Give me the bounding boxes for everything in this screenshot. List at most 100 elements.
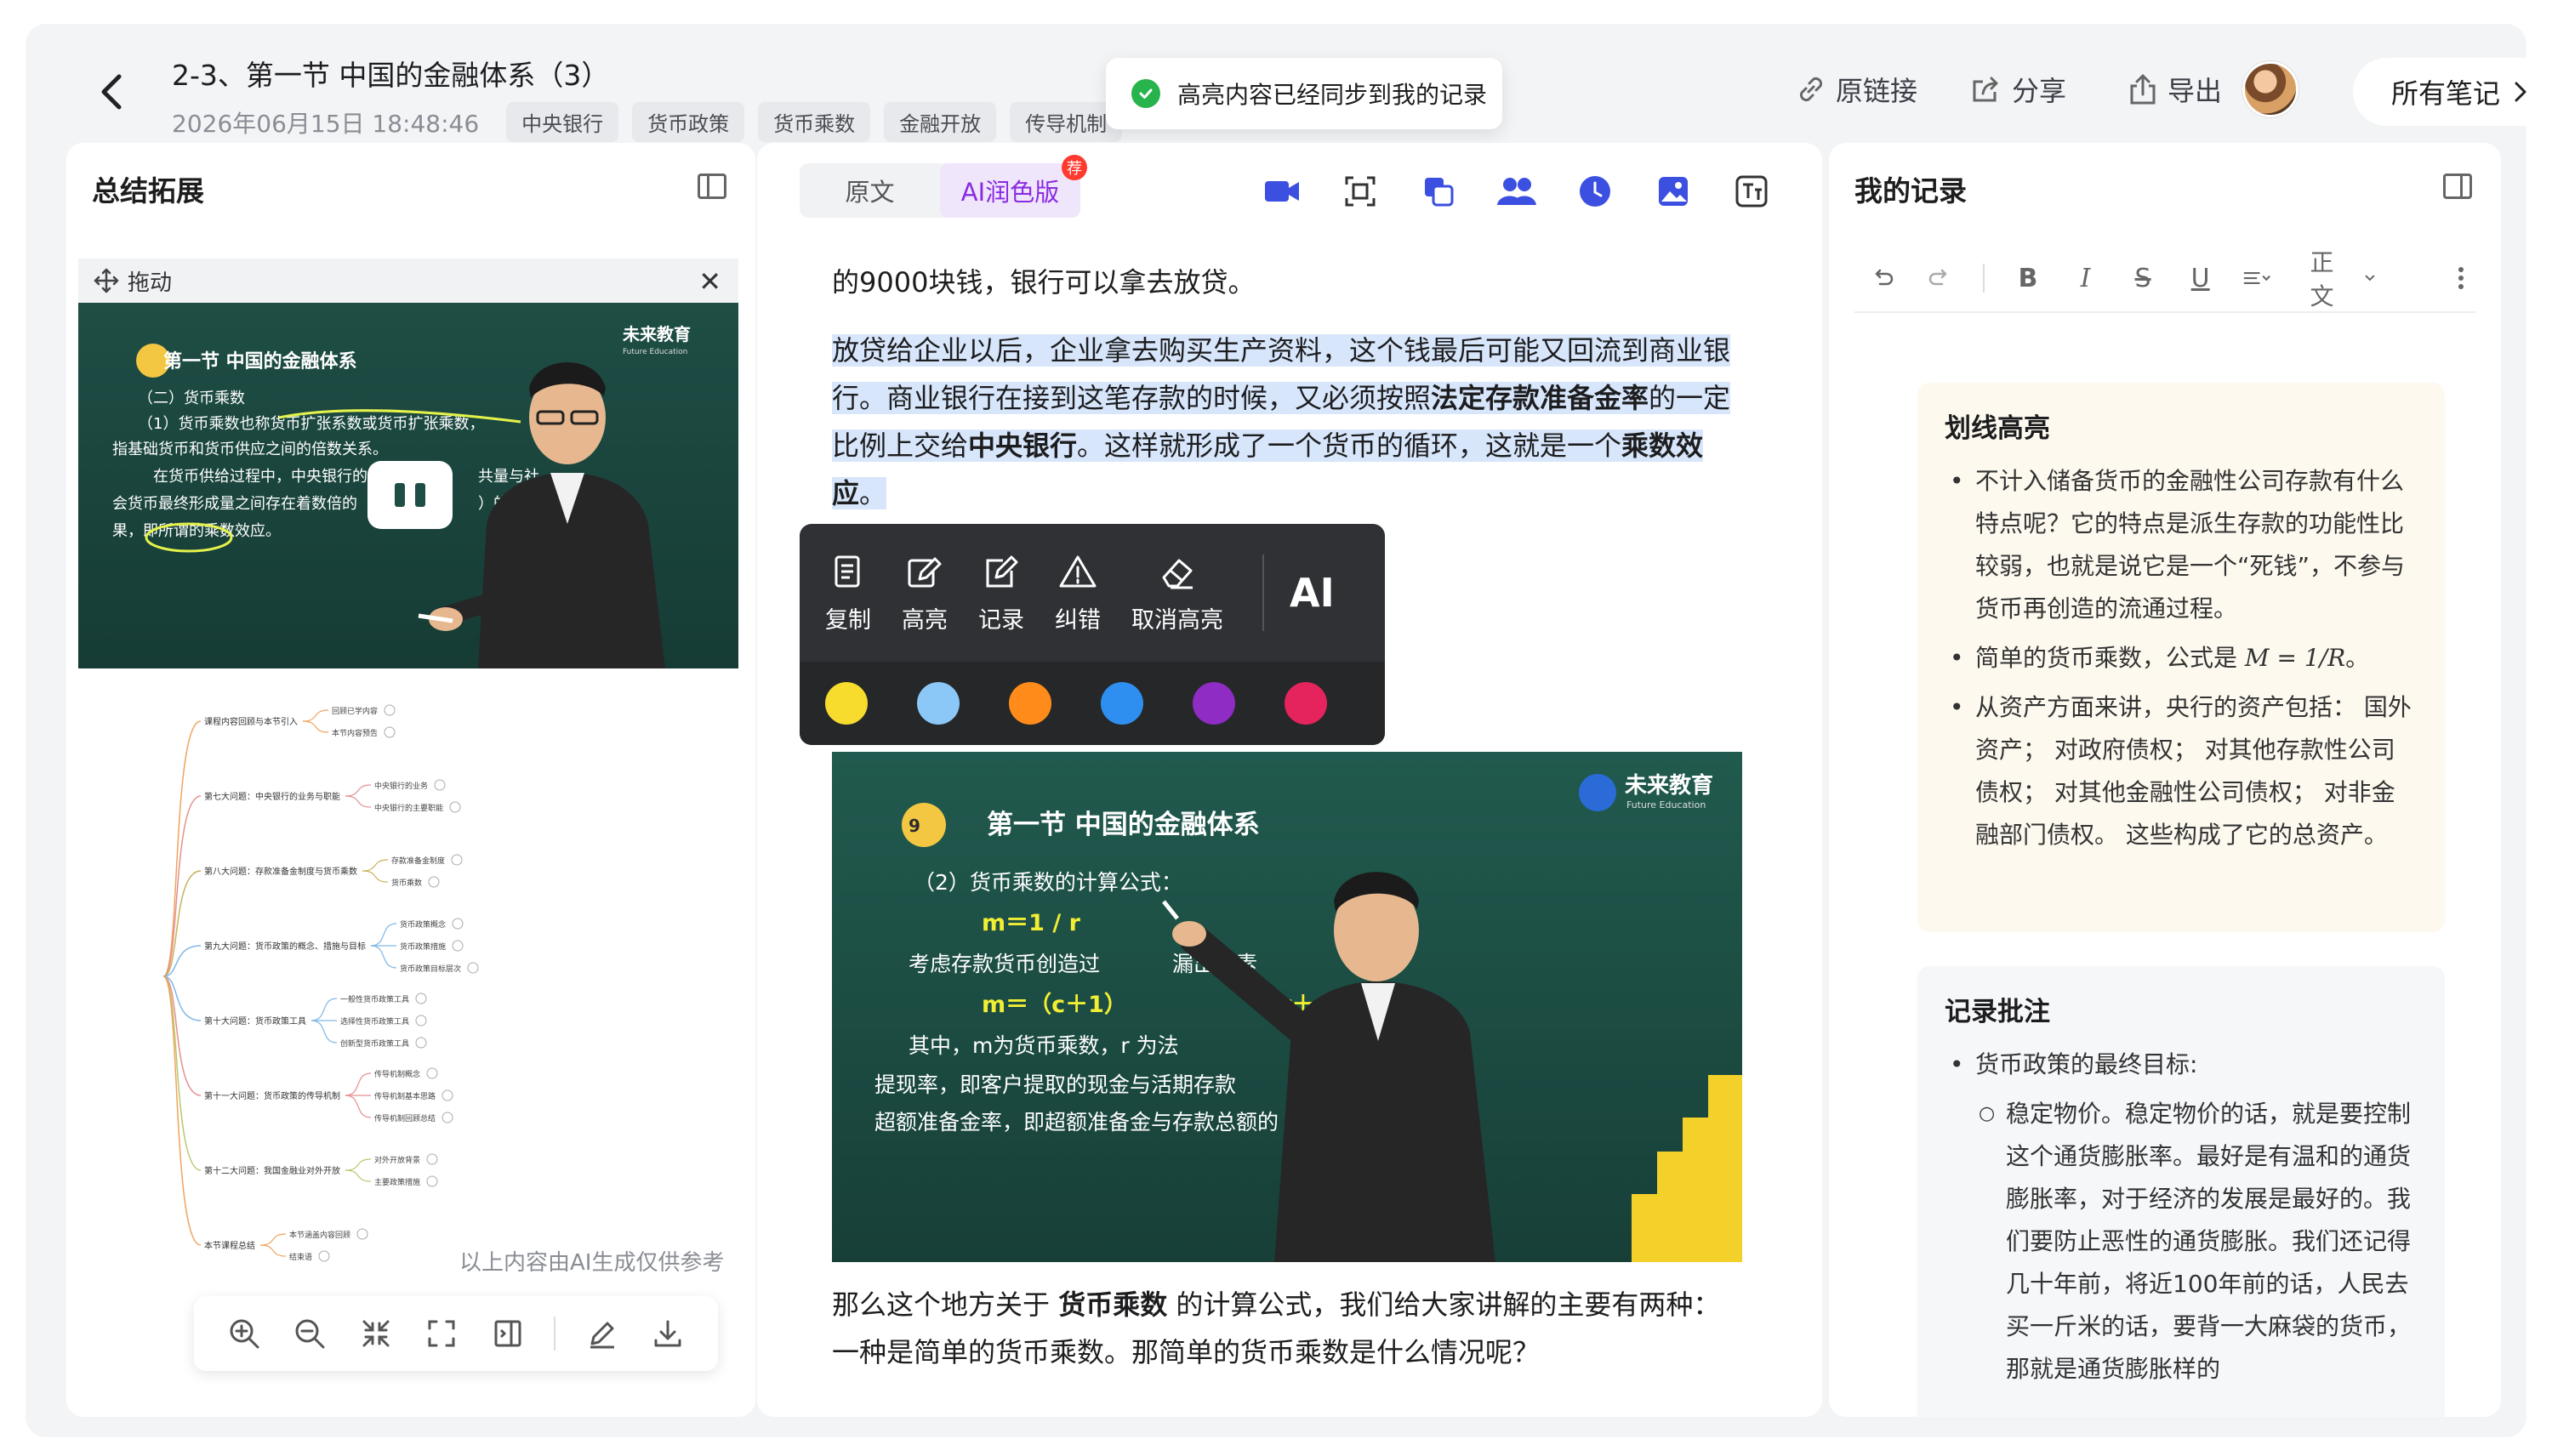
highlight-button[interactable]: 高亮: [902, 552, 948, 634]
mindmap-leaf[interactable]: 货币政策措施: [400, 941, 446, 952]
underline-icon[interactable]: U: [2186, 264, 2215, 293]
strikethrough-icon[interactable]: S: [2128, 264, 2157, 293]
mindmap-expand-icon[interactable]: [441, 1112, 453, 1123]
mindmap-leaf[interactable]: 选择性货币政策工具: [340, 1016, 409, 1027]
mindmap-expand-icon[interactable]: [449, 801, 461, 813]
tab-ai-polished[interactable]: AI润色版: [940, 163, 1080, 218]
mindmap-expand-icon[interactable]: [384, 704, 396, 716]
highlight-color-swatch[interactable]: [917, 682, 960, 725]
ai-button[interactable]: AI: [1290, 570, 1335, 616]
annotation-item[interactable]: 货币政策的最终目标:: [1945, 1044, 2418, 1086]
copy-button[interactable]: 复制: [825, 552, 871, 634]
mindmap-expand-icon[interactable]: [426, 1067, 438, 1079]
mindmap-leaf[interactable]: 存款准备金制度: [391, 856, 445, 866]
mindmap-node[interactable]: 第九大问题：货币政策的概念、措施与目标: [204, 941, 366, 952]
more-icon[interactable]: [2447, 264, 2475, 293]
mindmap-node[interactable]: 第八大问题：存款准备金制度与货币乘数: [204, 866, 357, 877]
mindmap-leaf[interactable]: 一般性货币政策工具: [340, 994, 409, 1004]
mindmap-expand-icon[interactable]: [426, 1175, 438, 1187]
correct-button[interactable]: 纠错: [1055, 552, 1101, 634]
mindmap-leaf[interactable]: 传导机制基本思路: [374, 1091, 436, 1101]
avatar[interactable]: [2242, 61, 2299, 117]
source-link-button[interactable]: 原链接: [1795, 70, 1917, 109]
mindmap-leaf[interactable]: 中央银行的主要职能: [374, 803, 443, 813]
annotation-subitem[interactable]: 稳定物价。稳定物价的话，就是要控制这个通货膨胀率。最好是有温和的通货膨胀率，对于…: [1945, 1093, 2418, 1391]
mindmap-node[interactable]: 第七大问题：中央银行的业务与职能: [204, 791, 340, 802]
mindmap-leaf[interactable]: 货币政策目标层次: [400, 964, 461, 974]
mindmap-expand-icon[interactable]: [451, 854, 463, 866]
text-style-dropdown[interactable]: 正文: [2310, 244, 2375, 312]
mindmap-expand-icon[interactable]: [415, 1037, 427, 1049]
mindmap-expand-icon[interactable]: [441, 1089, 453, 1101]
transcript-paragraph[interactable]: 的9000块钱，银行可以拿去放贷。: [832, 259, 1742, 306]
mindmap-expand-icon[interactable]: [415, 992, 427, 1004]
edit-icon[interactable]: [583, 1314, 622, 1353]
tab-original[interactable]: 原文: [800, 163, 940, 218]
users-icon[interactable]: [1497, 172, 1536, 211]
video-drag-handle[interactable]: 拖动 ✕: [78, 259, 738, 303]
clock-icon[interactable]: [1575, 172, 1615, 211]
all-notes-button[interactable]: 所有笔记: [2353, 58, 2526, 126]
redo-icon[interactable]: [1926, 264, 1955, 293]
transcript-paragraph[interactable]: 那么这个地方关于 货币乘数 的计算公式，我们给大家讲解的主要有两种：一种是简单的…: [832, 1281, 1742, 1376]
highlight-item[interactable]: 从资产方面来讲，央行的资产包括： 国外资产； 对政府债权； 对其他存款性公司债权…: [1945, 686, 2418, 856]
highlight-color-swatch[interactable]: [1009, 682, 1051, 725]
highlight-color-swatch[interactable]: [1285, 682, 1327, 725]
record-button[interactable]: 记录: [978, 552, 1024, 634]
mindmap-leaf[interactable]: 中央银行的业务: [374, 781, 428, 791]
mindmap-expand-icon[interactable]: [452, 918, 464, 930]
translate-icon[interactable]: [1732, 172, 1771, 211]
highlight-item[interactable]: 不计入储备货币的金融性公司存款有什么特点呢？它的特点是派生存款的功能性比较弱，也…: [1945, 460, 2418, 630]
highlight-color-swatch[interactable]: [1101, 682, 1143, 725]
video-camera-icon[interactable]: [1262, 172, 1302, 211]
tag-item[interactable]: 货币政策: [632, 102, 745, 142]
screenshot-icon[interactable]: [1341, 172, 1380, 211]
highlight-color-swatch[interactable]: [825, 682, 868, 725]
panel-collapse-icon[interactable]: [698, 173, 726, 199]
bold-icon[interactable]: B: [2014, 264, 2042, 293]
tag-item[interactable]: 货币乘数: [758, 102, 871, 142]
highlight-color-swatch[interactable]: [1193, 682, 1235, 725]
copy-cards-icon[interactable]: [1419, 172, 1458, 211]
back-button[interactable]: [85, 58, 136, 126]
mindmap-leaf[interactable]: 货币乘数: [391, 878, 422, 888]
zoom-out-icon[interactable]: [290, 1314, 329, 1353]
mindmap-node[interactable]: 本节课程总结: [204, 1240, 255, 1251]
floating-video-player[interactable]: 第一节 中国的金融体系 未来教育 Future Education （二）货币乘…: [78, 303, 738, 668]
mindmap-expand-icon[interactable]: [434, 779, 446, 791]
mindmap-expand-icon[interactable]: [384, 726, 396, 738]
mindmap-leaf[interactable]: 回顾已学内容: [332, 706, 378, 716]
sidebar-icon[interactable]: [488, 1314, 527, 1353]
mindmap-expand-icon[interactable]: [318, 1250, 330, 1262]
mindmap-node[interactable]: 课程内容回顾与本节引入: [204, 716, 298, 727]
mindmap-expand-icon[interactable]: [467, 962, 479, 974]
mindmap-expand-icon[interactable]: [428, 876, 440, 888]
mindmap-leaf[interactable]: 本节涵盖内容回顾: [289, 1230, 350, 1240]
mindmap-expand-icon[interactable]: [452, 940, 464, 952]
mindmap-node[interactable]: 第十一大问题：货币政策的传导机制: [204, 1090, 340, 1101]
mind-map[interactable]: 课程内容回顾与本节引入回顾已学内容本节内容预告第七大问题：中央银行的业务与职能中…: [78, 687, 738, 1283]
mindmap-node[interactable]: 第十二大问题：我国金融业对外开放: [204, 1165, 340, 1176]
mindmap-node[interactable]: 第十大问题：货币政策工具: [204, 1015, 306, 1027]
mindmap-leaf[interactable]: 货币政策概念: [400, 919, 446, 930]
italic-icon[interactable]: I: [2071, 264, 2100, 293]
undo-icon[interactable]: [1868, 264, 1897, 293]
mindmap-expand-icon[interactable]: [356, 1228, 368, 1240]
lecture-video-frame[interactable]: 9 第一节 中国的金融体系 未来教育 Future Education （2）货…: [832, 752, 1742, 1262]
unhighlight-button[interactable]: 取消高亮: [1131, 552, 1223, 634]
mindmap-expand-icon[interactable]: [415, 1015, 427, 1027]
mindmap-expand-icon[interactable]: [426, 1153, 438, 1165]
mindmap-leaf[interactable]: 创新型货币政策工具: [340, 1038, 409, 1049]
tag-item[interactable]: 中央银行: [506, 102, 619, 142]
zoom-in-icon[interactable]: [225, 1314, 264, 1353]
mindmap-leaf[interactable]: 结束语: [289, 1252, 312, 1262]
highlighted-paragraph[interactable]: 放贷给企业以后，企业拿去购买生产资料，这个钱最后可能又回流到商业银行。商业银行在…: [832, 327, 1742, 517]
mindmap-leaf[interactable]: 主要政策措施: [374, 1177, 420, 1187]
highlight-item[interactable]: 简单的货币乘数，公式是 M = 1/R。: [1945, 637, 2418, 680]
panel-collapse-icon[interactable]: [2443, 173, 2472, 199]
share-button[interactable]: 分享: [1969, 70, 2066, 109]
image-icon[interactable]: [1654, 172, 1693, 211]
mindmap-leaf[interactable]: 对外开放背景: [374, 1155, 420, 1165]
download-icon[interactable]: [648, 1314, 687, 1353]
mindmap-leaf[interactable]: 传导机制概念: [374, 1069, 420, 1079]
